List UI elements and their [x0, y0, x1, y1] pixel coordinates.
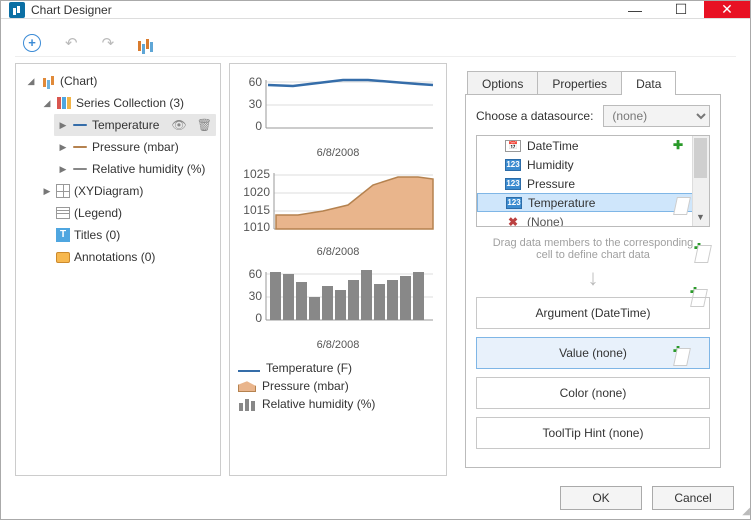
- tree-node-chart[interactable]: ◢(Chart): [22, 70, 216, 92]
- resize-grip[interactable]: ◢: [742, 506, 748, 517]
- svg-text:60: 60: [249, 267, 263, 281]
- preview-bar-chart: 60 30 0: [238, 264, 438, 337]
- svg-text:0: 0: [255, 311, 262, 325]
- svg-text:1020: 1020: [243, 185, 270, 199]
- preview-line-chart: 60 30 0: [238, 72, 438, 145]
- ok-button[interactable]: OK: [560, 486, 642, 510]
- preview-xlabel: 6/8/2008: [238, 339, 438, 351]
- data-member-temperature[interactable]: 123Temperature✚: [477, 193, 709, 212]
- window-title: Chart Designer: [31, 3, 612, 17]
- data-members-list[interactable]: 📅DateTime 123Humidity 123Pressure 123Tem…: [476, 135, 710, 227]
- svg-text:0: 0: [255, 119, 262, 133]
- tab-bar: Options Properties Data: [467, 71, 721, 95]
- series-icon: [56, 95, 72, 111]
- svg-text:1025: 1025: [243, 167, 270, 181]
- datasource-label: Choose a datasource:: [476, 109, 593, 123]
- tab-data[interactable]: Data: [621, 71, 676, 95]
- scroll-down-icon[interactable]: ▼: [692, 209, 709, 226]
- line-icon: [72, 139, 88, 155]
- tree-node-pressure[interactable]: ▶Pressure (mbar): [54, 136, 216, 158]
- cancel-button[interactable]: Cancel: [652, 486, 734, 510]
- datasource-select[interactable]: (none): [603, 105, 710, 127]
- line-icon: [72, 117, 88, 133]
- tree-node-humidity[interactable]: ▶Relative humidity (%): [54, 158, 216, 180]
- title-icon: T: [56, 228, 70, 242]
- tree-node-xydiagram[interactable]: ▶(XYDiagram): [38, 180, 216, 202]
- toolbar: + ↶ ↷: [15, 29, 736, 57]
- annotation-icon: [56, 252, 70, 263]
- tree-node-series-collection[interactable]: ◢Series Collection (3): [38, 92, 216, 114]
- svg-text:1015: 1015: [243, 203, 270, 217]
- properties-panel: Options Properties Data Choose a datasou…: [455, 63, 731, 476]
- slot-color[interactable]: Color (none): [476, 377, 710, 409]
- preview-legend: Temperature (F) Pressure (mbar) Relative…: [238, 361, 438, 411]
- grid-icon: [56, 184, 70, 198]
- legend-line-icon: [238, 370, 260, 372]
- legend-area-icon: [238, 380, 256, 392]
- slot-tooltip[interactable]: ToolTip Hint (none): [476, 417, 710, 449]
- tree-node-titles[interactable]: TTitles (0): [38, 224, 216, 246]
- maximize-button[interactable]: ☐: [658, 1, 704, 18]
- scroll-thumb[interactable]: [694, 138, 707, 178]
- add-plus-icon: ✚: [694, 241, 704, 255]
- visibility-icon[interactable]: 👁: [172, 118, 187, 132]
- data-member-pressure[interactable]: 123Pressure: [477, 174, 709, 193]
- numeric-icon: 123: [506, 197, 522, 209]
- tab-options[interactable]: Options: [467, 71, 538, 95]
- svg-text:30: 30: [249, 97, 263, 111]
- svg-text:1010: 1010: [243, 220, 270, 234]
- numeric-icon: 123: [505, 159, 521, 171]
- svg-text:60: 60: [249, 75, 263, 89]
- drag-hint: Drag data members to the corresponding c…: [488, 237, 698, 261]
- add-series-button[interactable]: +: [23, 34, 41, 52]
- delete-x-icon: ✖: [505, 216, 521, 228]
- data-member-humidity[interactable]: 123Humidity: [477, 155, 709, 174]
- minimize-button[interactable]: —: [612, 1, 658, 18]
- add-plus-icon: ✚: [673, 138, 683, 152]
- tree-node-annotations[interactable]: Annotations (0): [38, 246, 216, 268]
- undo-button[interactable]: ↶: [65, 34, 78, 52]
- slot-value[interactable]: Value (none)✚: [476, 337, 710, 369]
- preview-xlabel: 6/8/2008: [238, 246, 438, 258]
- legend-bar-icon: [238, 397, 256, 411]
- tab-properties[interactable]: Properties: [537, 71, 622, 95]
- add-plus-icon: ✚: [673, 344, 683, 358]
- data-member-none[interactable]: ✖(None): [477, 212, 709, 227]
- scrollbar[interactable]: ▲▼: [692, 136, 709, 226]
- legend-icon: [56, 207, 70, 219]
- chart-icon: [40, 73, 56, 89]
- tree-node-legend[interactable]: (Legend): [38, 202, 216, 224]
- preview-panel: 60 30 0 6/8/2008 1025 1020 1015 1010 6/8/2008: [229, 63, 447, 476]
- line-icon: [72, 161, 88, 177]
- close-button[interactable]: ✕: [704, 1, 750, 18]
- tree-panel: ◢(Chart) ◢Series Collection (3) ▶Tempera…: [15, 63, 221, 476]
- calendar-icon: 📅: [505, 140, 521, 152]
- preview-area-chart: 1025 1020 1015 1010: [238, 165, 438, 244]
- title-bar: Chart Designer — ☐ ✕: [1, 1, 750, 19]
- tree-node-temperature[interactable]: ▶Temperature👁🗑: [54, 114, 216, 136]
- preview-xlabel: 6/8/2008: [238, 147, 438, 159]
- redo-button[interactable]: ↷: [102, 34, 115, 52]
- svg-text:30: 30: [249, 289, 263, 303]
- delete-icon[interactable]: 🗑: [197, 118, 212, 132]
- chart-type-button[interactable]: [138, 35, 158, 51]
- slot-argument[interactable]: Argument (DateTime): [476, 297, 710, 329]
- app-icon: [9, 2, 25, 18]
- arrow-down-icon: ↓: [476, 265, 710, 291]
- numeric-icon: 123: [505, 178, 521, 190]
